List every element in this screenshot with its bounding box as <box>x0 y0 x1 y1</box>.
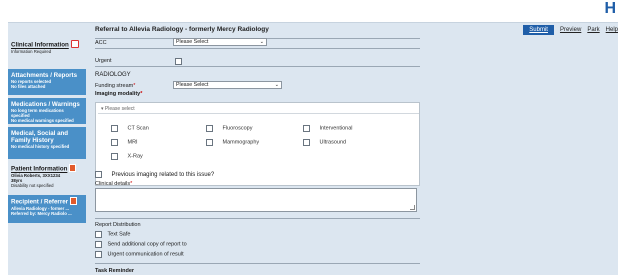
report-option-urgent-communication[interactable]: Urgent communication of result <box>95 251 184 258</box>
modality-option-ultrasound[interactable]: Ultrasound <box>303 139 346 146</box>
radiology-heading: RADIOLOGY <box>95 72 131 78</box>
divider <box>95 263 420 264</box>
submit-button[interactable]: Submit <box>523 25 554 35</box>
checkbox[interactable] <box>303 139 310 146</box>
checkbox[interactable] <box>206 139 213 146</box>
sidebar-item-patient-disability: Disability not specified <box>11 183 54 188</box>
sidebar-item-recipient[interactable]: Recipient / Referrer Allevia Radiology -… <box>8 195 86 223</box>
sidebar-item-patient[interactable]: Patient Information Olivia Roberts, 3XX1… <box>8 162 86 192</box>
modality-option-mammography[interactable]: Mammography <box>206 139 259 146</box>
sidebar-item-medications-title: Medications / Warnings <box>11 101 80 108</box>
modality-option-label: Mammography <box>222 139 260 146</box>
help-button[interactable]: Help <box>606 27 618 33</box>
sidebar-item-medications[interactable]: Medications / Warnings No long term medi… <box>8 98 86 124</box>
left-edge <box>0 0 8 275</box>
urgent-label: Urgent <box>95 58 112 64</box>
required-marker: * <box>140 91 143 97</box>
checkbox[interactable] <box>95 231 102 238</box>
sidebar-item-patient-title: Patient Information <box>11 165 68 173</box>
modality-option-label: Fluoroscopy <box>222 125 253 132</box>
document-icon <box>70 197 78 205</box>
sidebar-item-clinical-title-row: Clinical Information <box>11 40 83 49</box>
sidebar-item-attachments-sub2: No files attached <box>11 84 46 89</box>
sidebar-item-medications-sub2: No medical warnings specified <box>11 118 74 123</box>
modality-option-xray[interactable]: X-Ray <box>111 153 143 160</box>
checkbox[interactable] <box>111 139 118 146</box>
task-reminder-heading: Task Reminder <box>95 268 135 274</box>
sidebar-item-attachments-title: Attachments / Reports <box>11 72 78 79</box>
sidebar-item-recipient-sub2: Referred by: Mercy Radiolo ... <box>11 211 72 216</box>
preview-button[interactable]: Preview <box>560 27 581 33</box>
report-option-label: Send additional copy of report to <box>107 241 187 248</box>
urgent-checkbox[interactable] <box>175 58 182 65</box>
report-option-additional-copy[interactable]: Send additional copy of report to <box>95 241 187 248</box>
funding-stream-select[interactable]: Please Select ⌄ <box>173 81 282 89</box>
sidebar-item-history-sub: No medical history specified <box>11 144 70 149</box>
resize-grip-icon[interactable] <box>410 205 415 210</box>
checkbox[interactable] <box>95 241 102 248</box>
acc-select[interactable]: Please Select ⌄ <box>173 38 267 46</box>
checkbox[interactable] <box>95 251 102 258</box>
document-icon <box>69 164 77 172</box>
app-logo: H <box>604 0 616 17</box>
modality-option-label: CT Scan <box>127 125 149 132</box>
chevron-down-icon: ⌄ <box>259 39 264 45</box>
top-banner: H <box>0 0 618 23</box>
caret-down-icon: ▾ <box>101 106 104 112</box>
report-option-text-safe[interactable]: Text Safe <box>95 231 130 238</box>
sidebar-item-recipient-title: Recipient / Referrer <box>11 198 69 206</box>
sidebar-item-clinical-sub: Information Required <box>11 49 52 54</box>
divider <box>95 48 420 49</box>
modality-option-interventional[interactable]: Interventional <box>303 125 353 132</box>
divider <box>95 218 420 219</box>
form-title: Referral to Allevia Radiology - formerly… <box>95 26 269 33</box>
sidebar-item-history-title: Medical, Social and Family History <box>11 130 69 144</box>
toolbar: Submit Preview Park Help <box>523 25 618 35</box>
park-button[interactable]: Park <box>587 27 599 33</box>
funding-select-value: Please Select <box>176 82 209 88</box>
checkbox[interactable] <box>303 125 310 132</box>
sidebar-item-patient-title-row: Patient Information <box>11 164 83 173</box>
previous-imaging-checkbox[interactable] <box>95 171 102 178</box>
referral-form-window: H Referral to Allevia Radiology - former… <box>0 0 618 275</box>
checkbox[interactable] <box>206 125 213 132</box>
checkbox[interactable] <box>111 153 118 160</box>
clinical-details-label: Clinical details <box>95 181 131 187</box>
modality-placeholder: Please select <box>104 106 135 112</box>
modality-label: Imaging modality <box>95 91 141 97</box>
sidebar-item-attachments[interactable]: Attachments / Reports No reports selecte… <box>8 69 86 95</box>
previous-imaging-label: Previous imaging related to this issue? <box>111 171 215 178</box>
required-marker: * <box>133 83 136 89</box>
modality-option-mri[interactable]: MRI <box>111 139 138 146</box>
sidebar-item-clinical[interactable]: Clinical Information Information Require… <box>8 38 86 66</box>
acc-label: ACC <box>95 40 107 46</box>
sidebar-item-clinical-title: Clinical Information <box>11 41 69 49</box>
funding-label-row: Funding stream* <box>95 83 135 89</box>
sidebar-item-history[interactable]: Medical, Social and Family History No me… <box>8 127 86 159</box>
modality-label-row: Imaging modality* <box>95 91 142 97</box>
sidebar-item-medications-sub1: No long term medications specified <box>11 108 64 118</box>
funding-label: Funding stream <box>95 83 134 89</box>
clinical-details-textarea[interactable] <box>95 188 417 212</box>
modality-select-header[interactable]: ▾ Please select <box>98 105 419 114</box>
previous-imaging-row: Previous imaging related to this issue? <box>95 171 214 178</box>
warning-icon <box>70 40 79 48</box>
chevron-down-icon: ⌄ <box>274 82 279 88</box>
checkbox[interactable] <box>111 125 118 132</box>
modality-option-label: MRI <box>127 139 138 146</box>
report-option-label: Text Safe <box>107 231 131 238</box>
modality-option-label: Ultrasound <box>319 139 347 146</box>
sidebar: Clinical Information Information Require… <box>8 38 86 226</box>
modality-option-label: Interventional <box>319 125 353 132</box>
divider <box>95 66 420 67</box>
clinical-details-label-row: Clinical details* <box>95 181 132 187</box>
modality-option-ct[interactable]: CT Scan <box>111 125 149 132</box>
required-marker: * <box>130 181 133 187</box>
report-option-label: Urgent communication of result <box>107 251 184 258</box>
modality-option-fluoroscopy[interactable]: Fluoroscopy <box>206 125 252 132</box>
acc-select-value: Please Select <box>176 39 209 45</box>
sidebar-item-recipient-title-row: Recipient / Referrer <box>11 197 83 206</box>
modality-option-label: X-Ray <box>127 153 143 160</box>
report-distribution-heading: Report Distribution <box>95 222 141 228</box>
